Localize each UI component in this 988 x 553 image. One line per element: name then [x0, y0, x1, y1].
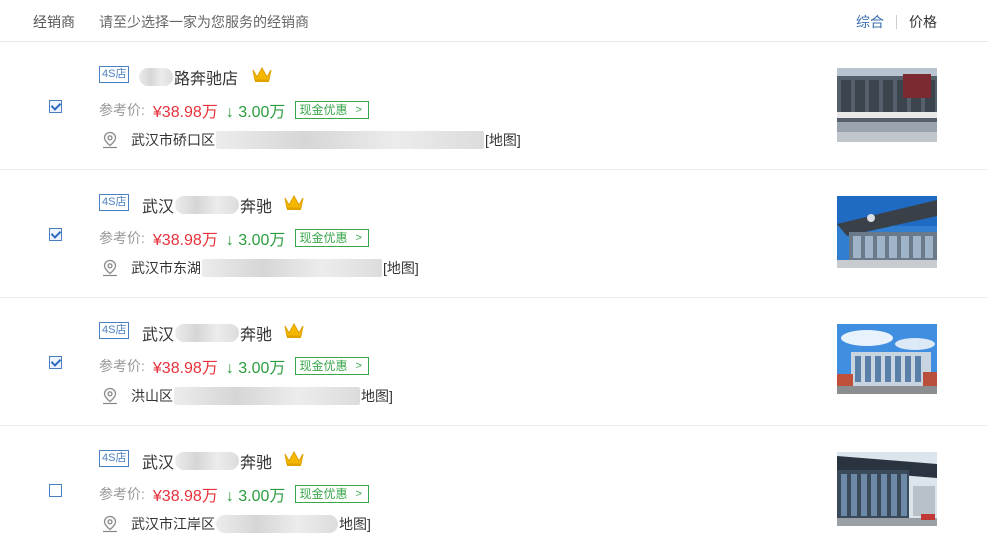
redacted-name [175, 452, 240, 470]
list-header: 经销商 请至少选择一家为您服务的经销商 综合 价格 [0, 0, 988, 42]
promo-label: 现金优惠 [299, 103, 348, 117]
dealer-checkbox[interactable] [49, 484, 62, 497]
price-line: 参考价: ¥38.98万 ↓ 3.00万 现金优惠 > [99, 482, 369, 506]
crown-icon [284, 194, 304, 210]
dealer-address: 武汉市硚口区 [地图] [101, 130, 521, 150]
price-label: 参考价: [99, 230, 145, 246]
promo-label: 现金优惠 [299, 359, 348, 373]
dealer-checkbox[interactable] [49, 228, 62, 241]
reference-price: ¥38.98万 [152, 232, 218, 249]
chevron-right-icon: > [355, 488, 362, 500]
dealer-address: 武汉市东湖 [地图] [101, 258, 419, 278]
dealer-name-text: 奔驰 [240, 199, 273, 216]
reference-price: ¥38.98万 [152, 488, 218, 505]
dealer-name[interactable]: 武汉 奔驰 [142, 321, 272, 345]
discount-amount: ↓ 3.00万 [225, 232, 286, 249]
dealer-checkbox[interactable] [49, 100, 62, 113]
crown-icon [284, 322, 304, 338]
store-type-tag: 4S店 [99, 194, 130, 211]
redacted-name [139, 68, 173, 86]
map-link[interactable]: 地图] [361, 386, 393, 406]
cash-discount-button[interactable]: 现金优惠 > [295, 229, 369, 247]
sort-options: 综合 价格 [856, 12, 937, 32]
location-pin-icon [103, 131, 117, 149]
dealer-address: 洪山区 地图] [101, 386, 393, 406]
cash-discount-button[interactable]: 现金优惠 > [295, 485, 369, 503]
dealer-name-text: 路奔驰店 [174, 71, 239, 88]
address-text: 武汉市江岸区 [131, 516, 215, 532]
reference-price: ¥38.98万 [152, 104, 218, 121]
location-pin-icon [103, 259, 117, 277]
redacted-address [216, 515, 338, 533]
dealer-name-text: 武汉 [142, 327, 175, 344]
dealer-photo[interactable] [837, 324, 937, 394]
dealer-name-text: 奔驰 [240, 455, 273, 472]
dealer-photo[interactable] [837, 68, 937, 142]
redacted-address [202, 259, 382, 277]
promo-label: 现金优惠 [299, 231, 348, 245]
column-label: 经销商 [33, 14, 75, 30]
chevron-right-icon: > [355, 104, 362, 116]
dealer-row: 4S店 武汉 奔驰 参考价: ¥38.98万 ↓ 3.00万 现金优惠 > 武汉市… [0, 426, 988, 553]
dealer-photo[interactable] [837, 196, 937, 268]
map-link[interactable]: [地图] [485, 130, 521, 150]
price-label: 参考价: [99, 102, 145, 118]
dealer-photo[interactable] [837, 452, 937, 526]
store-type-tag: 4S店 [99, 66, 130, 83]
redacted-address [216, 131, 484, 149]
dealer-name-text: 武汉 [142, 199, 175, 216]
dealer-row: 4S店 路奔驰店 参考价: ¥38.98万 ↓ 3.00万 现金优惠 > 武汉市硚… [0, 42, 988, 170]
map-link[interactable]: 地图] [339, 514, 371, 534]
dealer-name[interactable]: 武汉 奔驰 [142, 193, 272, 217]
redacted-name [175, 196, 240, 214]
cash-discount-button[interactable]: 现金优惠 > [295, 357, 369, 375]
sort-price[interactable]: 价格 [909, 12, 937, 32]
dealer-checkbox[interactable] [49, 356, 62, 369]
dealer-name[interactable]: 武汉 奔驰 [142, 449, 272, 473]
address-text: 洪山区 [131, 388, 173, 404]
redacted-address [174, 387, 360, 405]
store-type-tag: 4S店 [99, 450, 130, 467]
dealer-row: 4S店 武汉 奔驰 参考价: ¥38.98万 ↓ 3.00万 现金优惠 > 洪山区… [0, 298, 988, 426]
chevron-right-icon: > [355, 360, 362, 372]
price-line: 参考价: ¥38.98万 ↓ 3.00万 现金优惠 > [99, 354, 369, 378]
address-text: 武汉市硚口区 [131, 132, 215, 148]
price-line: 参考价: ¥38.98万 ↓ 3.00万 现金优惠 > [99, 98, 369, 122]
header-hint: 请至少选择一家为您服务的经销商 [99, 14, 309, 30]
promo-label: 现金优惠 [299, 487, 348, 501]
reference-price: ¥38.98万 [152, 360, 218, 377]
dealer-name-text: 奔驰 [240, 327, 273, 344]
store-type-tag: 4S店 [99, 322, 130, 339]
cash-discount-button[interactable]: 现金优惠 > [295, 101, 369, 119]
redacted-name [175, 324, 240, 342]
map-link[interactable]: [地图] [383, 258, 419, 278]
dealer-row: 4S店 武汉 奔驰 参考价: ¥38.98万 ↓ 3.00万 现金优惠 > 武汉市… [0, 170, 988, 298]
discount-amount: ↓ 3.00万 [225, 488, 286, 505]
crown-icon [284, 450, 304, 466]
address-text: 武汉市东湖 [131, 260, 201, 276]
dealer-name[interactable]: 路奔驰店 [138, 65, 238, 89]
sort-comprehensive[interactable]: 综合 [856, 12, 884, 32]
location-pin-icon [103, 387, 117, 405]
chevron-right-icon: > [355, 232, 362, 244]
price-line: 参考价: ¥38.98万 ↓ 3.00万 现金优惠 > [99, 226, 369, 250]
sort-divider [896, 15, 897, 29]
discount-amount: ↓ 3.00万 [225, 104, 286, 121]
price-label: 参考价: [99, 358, 145, 374]
dealer-address: 武汉市江岸区 地图] [101, 514, 371, 534]
crown-icon [252, 66, 272, 82]
discount-amount: ↓ 3.00万 [225, 360, 286, 377]
price-label: 参考价: [99, 486, 145, 502]
location-pin-icon [103, 515, 117, 533]
dealer-name-text: 武汉 [142, 455, 175, 472]
